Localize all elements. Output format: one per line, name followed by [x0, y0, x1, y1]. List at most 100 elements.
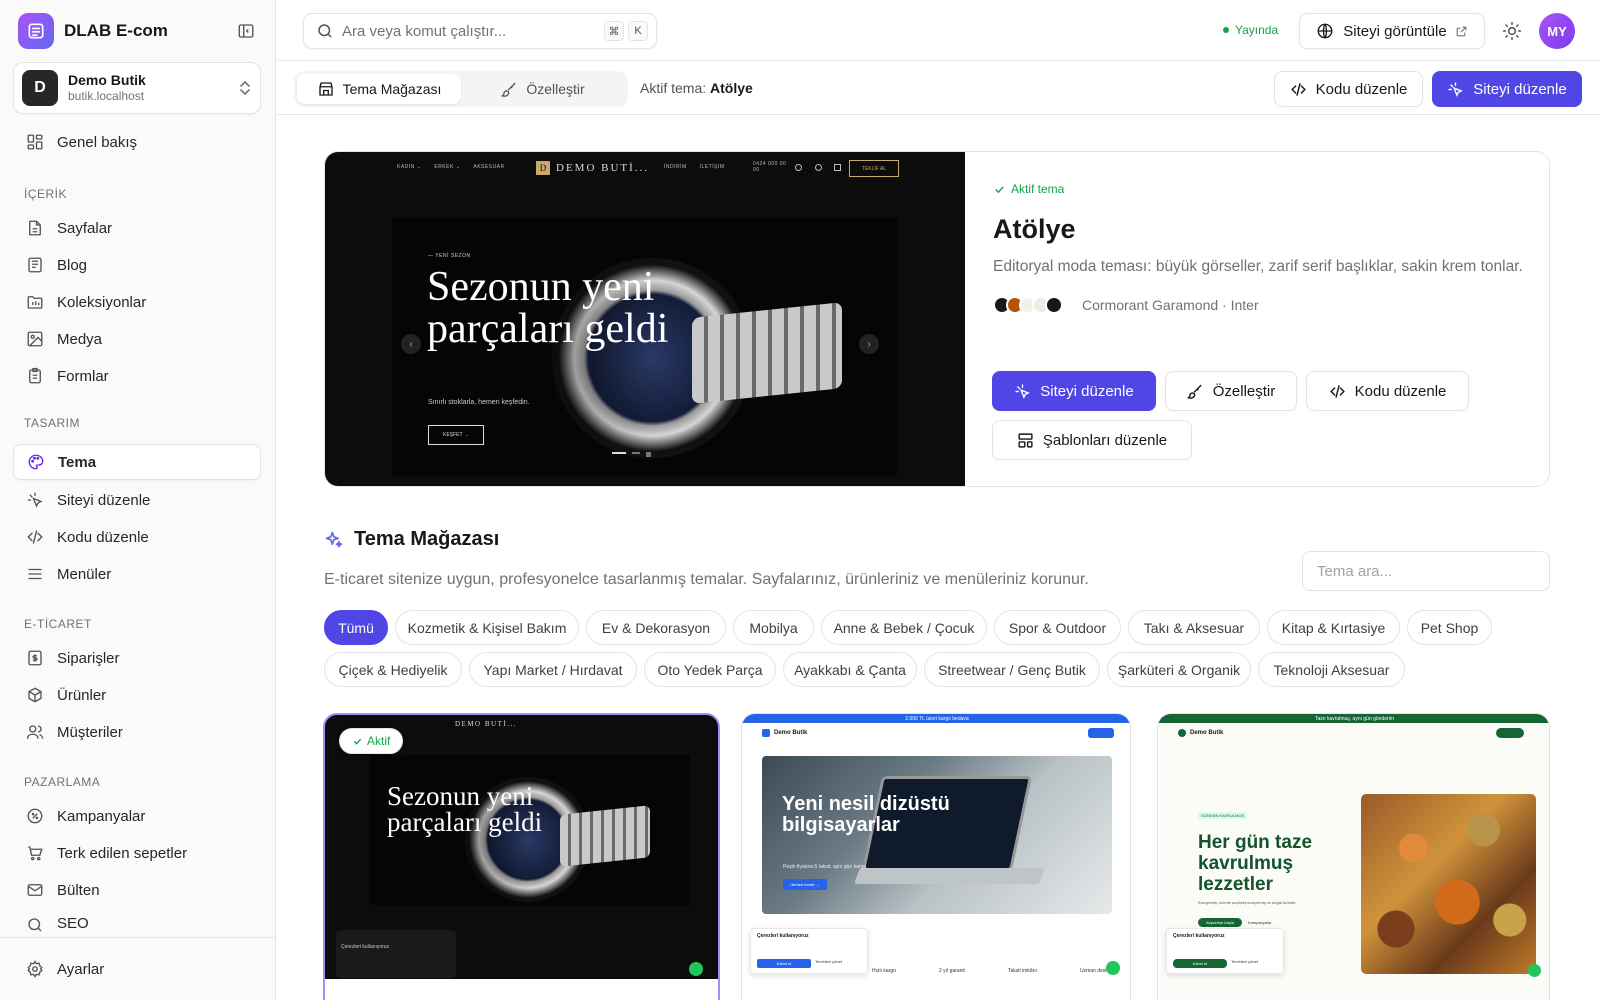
nav-abandoned-carts[interactable]: Terk edilen sepetler: [13, 835, 261, 871]
theme-store-heading: Tema Mağazası: [324, 528, 499, 551]
search-placeholder: Ara veya komut çalıştır...: [342, 22, 507, 40]
status-badge: Yayında: [1223, 23, 1278, 37]
nav-blog[interactable]: Blog: [13, 247, 261, 283]
sidebar-collapse-icon[interactable]: [234, 19, 258, 43]
preview-icons: [795, 164, 841, 173]
category-chip[interactable]: Pet Shop: [1407, 610, 1492, 645]
nav-theme[interactable]: Tema: [13, 444, 261, 480]
nav-menus[interactable]: Menüler: [13, 556, 261, 592]
card-hero-image: Sezonun yeni parçaları geldi: [370, 755, 690, 905]
theme-card-deli[interactable]: Taze kavrulmuş, aynı gün gönderim Demo B…: [1157, 713, 1550, 1000]
nav-overview[interactable]: Genel bakış: [13, 124, 261, 160]
card-topline: 2.000 TL üzeri kargo bedava: [742, 714, 1130, 723]
nav-code-edit[interactable]: Kodu düzenle: [13, 519, 261, 555]
card-headline: Sezonun yeni parçaları geldi: [387, 781, 543, 837]
category-chip[interactable]: Şarküteri & Organik: [1107, 652, 1251, 687]
preview-nav-item: ERKEK ⌄: [434, 164, 461, 170]
hero-templates-button[interactable]: Şablonları düzenle: [992, 420, 1192, 460]
category-chip[interactable]: Tümü: [324, 610, 388, 645]
theme-card-tech[interactable]: 2.000 TL üzeri kargo bedava Demo Butik Y…: [741, 713, 1131, 1000]
badge-label: Aktif tema: [1011, 182, 1065, 196]
theme-preview-image[interactable]: KADIN ⌄ ERKEK ⌄ AKSESUAR D DEMO BUTİ... …: [325, 152, 965, 486]
category-chip[interactable]: Kitap & Kırtasiye: [1267, 610, 1400, 645]
preview-headline: Sezonun yeni parçaları geldi: [427, 264, 669, 352]
tab-theme-store[interactable]: Tema Mağazası: [297, 74, 461, 104]
feature-item: Hızlı kargo: [872, 968, 896, 974]
category-chip[interactable]: Mobilya: [733, 610, 814, 645]
view-site-button[interactable]: Siteyi görüntüle: [1299, 13, 1485, 49]
mail-icon: [25, 880, 45, 900]
nav-campaigns[interactable]: Kampanyalar: [13, 798, 261, 834]
app-name: DLAB E-com: [64, 21, 168, 40]
nav-pages[interactable]: Sayfalar: [13, 210, 261, 246]
site-edit-button[interactable]: Siteyi düzenle: [1432, 71, 1582, 107]
nav-label: Terk edilen sepetler: [57, 844, 188, 862]
active-theme-badge: Aktif tema: [993, 182, 1523, 196]
preview-nav-item: KADIN ⌄: [397, 164, 422, 170]
card-cookie-banner: Çerezleri kullanıyoruz Kabul et Tercihle…: [1166, 928, 1284, 974]
hero-code-edit-button[interactable]: Kodu düzenle: [1306, 371, 1469, 411]
search-placeholder: Tema ara...: [1317, 562, 1393, 580]
nav-label: Siteyi düzenle: [57, 491, 151, 509]
code-edit-button[interactable]: Kodu düzenle: [1274, 71, 1423, 107]
category-chip[interactable]: Yapı Market / Hırdavat: [469, 652, 637, 687]
nav-collections[interactable]: Koleksiyonlar: [13, 284, 261, 320]
theme-card-atolye[interactable]: DEMO BUTİ... Sezonun yeni parçaları geld…: [323, 713, 720, 1000]
newspaper-icon: [25, 255, 45, 275]
category-chip[interactable]: Streetwear / Genç Butik: [924, 652, 1100, 687]
view-site-label: Siteyi görüntüle: [1343, 22, 1447, 40]
badge-label: Aktif: [367, 734, 391, 748]
active-theme-label: Aktif tema:: [640, 80, 707, 96]
theme-fonts: Cormorant Garamond · Inter: [1082, 296, 1259, 313]
store-name: Demo Butik: [68, 71, 146, 88]
nav-settings[interactable]: Ayarlar: [13, 951, 261, 987]
chevron-up-down-icon: [240, 80, 250, 96]
theme-search-input[interactable]: Tema ara...: [1302, 551, 1550, 591]
sparkle-cursor-icon: [1447, 81, 1464, 98]
active-theme-value: Atölye: [710, 80, 753, 96]
cookie-text: Çerezleri kullanıyoruz: [757, 933, 809, 939]
card-kicker: GÜNDEN KAVRULMUŞ: [1198, 812, 1248, 819]
nav-customers[interactable]: Müşteriler: [13, 714, 261, 750]
nav-media[interactable]: Medya: [13, 321, 261, 357]
store-avatar: D: [22, 70, 58, 106]
category-chip[interactable]: Oto Yedek Parça: [644, 652, 776, 687]
button-label: Kodu düzenle: [1354, 382, 1447, 400]
command-search-input[interactable]: Ara veya komut çalıştır... ⌘ K: [303, 13, 657, 49]
nav-site-edit[interactable]: Siteyi düzenle: [13, 482, 261, 518]
button-label: Siteyi düzenle: [1040, 382, 1134, 400]
category-chip[interactable]: Ayakkabı & Çanta: [783, 652, 917, 687]
nav-label: Koleksiyonlar: [57, 293, 147, 311]
sun-icon[interactable]: [1501, 20, 1523, 42]
card-logo-text: Demo Butik: [1190, 730, 1224, 736]
category-chip[interactable]: Teknoloji Aksesuar: [1258, 652, 1405, 687]
section-design-label: TASARIM: [24, 416, 80, 430]
code-icon: [1290, 81, 1307, 98]
check-icon: [353, 738, 362, 745]
hero-site-edit-button[interactable]: Siteyi düzenle: [992, 371, 1156, 411]
category-chip[interactable]: Çiçek & Hediyelik: [324, 652, 462, 687]
user-avatar[interactable]: MY: [1539, 13, 1575, 49]
card-logo: DEMO BUTİ...: [455, 720, 517, 728]
preview-nav-right: İNDİRİM İLETİŞİM: [664, 164, 725, 170]
store-selector[interactable]: D Demo Butik butik.localhost: [13, 62, 261, 114]
card-features: Hızlı kargo 2 yıl garanti Taksit imkânı …: [872, 968, 1112, 974]
category-chip[interactable]: Kozmetik & Kişisel Bakım: [395, 610, 579, 645]
file-icon: [25, 218, 45, 238]
category-chip[interactable]: Ev & Dekorasyon: [586, 610, 726, 645]
hero-customize-button[interactable]: Özelleştir: [1165, 371, 1297, 411]
check-icon: [995, 185, 1004, 193]
nav-orders[interactable]: Siparişler: [13, 640, 261, 676]
tab-customize[interactable]: Özelleştir: [461, 74, 625, 104]
nav-seo[interactable]: SEO: [13, 909, 261, 937]
code-icon: [25, 527, 45, 547]
nav-forms[interactable]: Formlar: [13, 358, 261, 394]
category-chip[interactable]: Takı & Aksesuar: [1128, 610, 1260, 645]
card-cta: [1088, 728, 1114, 738]
nav-newsletter[interactable]: Bülten: [13, 872, 261, 908]
theme-title: Atölye: [993, 214, 1076, 244]
nav-products[interactable]: Ürünler: [13, 677, 261, 713]
category-chip[interactable]: Anne & Bebek / Çocuk: [821, 610, 987, 645]
cart-icon: [25, 843, 45, 863]
category-chip[interactable]: Spor & Outdoor: [994, 610, 1121, 645]
